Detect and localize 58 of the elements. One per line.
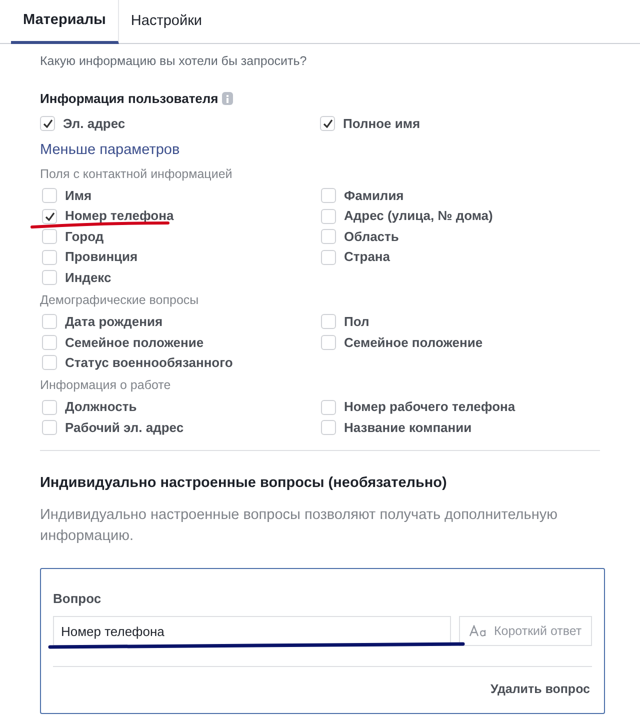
checkbox[interactable]	[42, 355, 57, 370]
checkbox-label: Название компании	[344, 418, 472, 437]
checkbox-label: Номер рабочего телефона	[344, 398, 516, 416]
group-heading: Поля с контактной информацией	[40, 166, 234, 183]
checkbox[interactable]	[320, 116, 335, 131]
checkbox-label: Рабочий эл. адрес	[65, 418, 184, 437]
checkbox-label: Область	[344, 228, 399, 246]
less-options-link[interactable]: Меньше параметров	[40, 140, 600, 162]
info-icon	[222, 92, 234, 105]
field-label: Вопрос	[53, 590, 102, 608]
checkbox-label: Статус военнообязанного	[65, 354, 233, 372]
check-icon	[322, 119, 332, 128]
checkbox[interactable]	[321, 420, 336, 435]
question-field[interactable]: Номер телефона	[53, 616, 451, 646]
checkbox[interactable]	[321, 208, 336, 224]
checkbox[interactable]	[42, 334, 57, 350]
checkbox-label: Город	[65, 228, 104, 246]
checkbox-label: Номер телефона	[65, 207, 174, 226]
tab[interactable]: Настройки	[118, 0, 214, 44]
checkbox[interactable]	[321, 314, 336, 330]
checkbox[interactable]	[42, 208, 57, 224]
check-icon	[44, 212, 54, 220]
checkbox-label: Фамилия	[344, 186, 404, 205]
checkbox[interactable]	[42, 314, 57, 330]
checkbox-label: Эл. адрес	[63, 114, 126, 133]
checkbox[interactable]	[321, 229, 336, 244]
checkbox-label: Дата рождения	[65, 313, 163, 331]
checkbox-label: Семейное положение	[344, 334, 483, 352]
prompt-text: Какую информацию вы хотели бы запросить?	[40, 53, 308, 70]
text-format-icon	[469, 625, 487, 637]
delete-question-link[interactable]: Удалить вопрос	[490, 680, 590, 699]
check-icon	[42, 119, 52, 128]
checkbox[interactable]	[40, 116, 55, 131]
checkbox-label: Полное имя	[343, 114, 420, 133]
tab[interactable]: Материалы	[11, 0, 119, 44]
checkbox[interactable]	[42, 188, 57, 203]
checkbox[interactable]	[42, 420, 57, 435]
checkbox[interactable]	[42, 270, 57, 285]
checkbox-label: Провинция	[65, 248, 138, 266]
checkbox-label: Должность	[65, 398, 137, 416]
group-heading: Информация о работе	[40, 377, 172, 394]
checkbox[interactable]	[42, 250, 57, 264]
checkbox[interactable]	[321, 188, 336, 203]
checkbox-label: Пол	[344, 313, 370, 331]
section-heading: Индивидуально настроенные вопросы (необязательно)	[40, 474, 448, 493]
checkbox-label: Адрес (улица, № дома)	[344, 207, 493, 226]
group-heading: Демографические вопросы	[40, 292, 200, 309]
description-text: Индивидуально настроенные вопросы позволяют получать дополнительную информацию.	[40, 506, 558, 546]
checkbox[interactable]	[321, 400, 336, 414]
section-heading: Информация пользователя	[40, 90, 218, 108]
checkbox-label: Страна	[344, 248, 390, 266]
checkbox-label: Имя	[65, 186, 92, 205]
checkbox[interactable]	[42, 229, 57, 244]
checkbox[interactable]	[42, 400, 57, 414]
checkbox[interactable]	[321, 250, 336, 264]
checkbox-label: Индекс	[65, 268, 112, 287]
checkbox-label: Семейное положение	[65, 334, 204, 352]
checkbox[interactable]	[321, 334, 336, 350]
